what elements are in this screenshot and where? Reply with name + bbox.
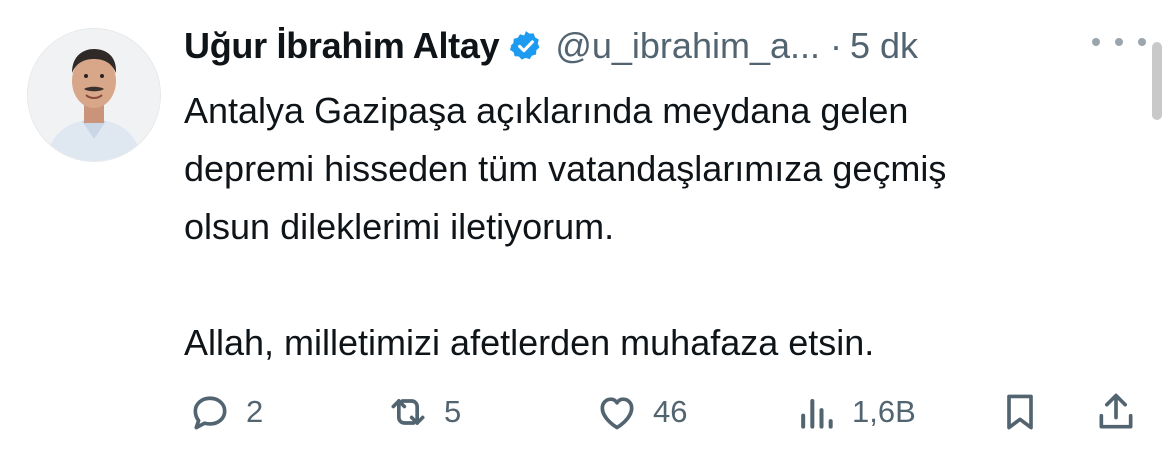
- tweet-header: Uğur İbrahim Altay @u_ibrahim_a... · 5 d…: [184, 18, 918, 74]
- retweet-count: 5: [444, 394, 462, 429]
- views-count: 1,6B: [852, 394, 916, 429]
- retweet-icon: [386, 390, 430, 434]
- author-name[interactable]: Uğur İbrahim Altay: [184, 25, 500, 67]
- tweet-text: Antalya Gazipaşa açıklarında meydana gel…: [184, 82, 1144, 372]
- tweet-text-line: depremi hisseden tüm vatandaşlarımıza ge…: [184, 148, 947, 189]
- scrollbar[interactable]: [1152, 42, 1162, 120]
- reply-button[interactable]: 2: [188, 382, 263, 442]
- more-dot: [1092, 38, 1100, 46]
- tweet-actions: 2 5 46 1,6B: [0, 382, 1170, 442]
- more-dot: [1138, 38, 1146, 46]
- more-dot: [1115, 38, 1123, 46]
- like-count: 46: [653, 394, 688, 429]
- bookmark-button[interactable]: [998, 382, 1042, 442]
- retweet-button[interactable]: 5: [386, 382, 461, 442]
- tweet-card[interactable]: Uğur İbrahim Altay @u_ibrahim_a... · 5 d…: [0, 0, 1170, 459]
- tweet-text-line: Allah, milletimizi afetlerden muhafaza e…: [184, 322, 875, 363]
- header-separator: ·: [830, 25, 843, 66]
- verified-badge-icon: [509, 29, 543, 63]
- avatar[interactable]: [27, 28, 161, 162]
- bookmark-icon: [998, 390, 1042, 434]
- reply-icon: [188, 390, 232, 434]
- reply-count: 2: [246, 394, 264, 429]
- like-button[interactable]: 46: [595, 382, 687, 442]
- tweet-text-line: Antalya Gazipaşa açıklarında meydana gel…: [184, 90, 909, 131]
- tweet-timestamp[interactable]: 5 dk: [850, 25, 918, 67]
- tweet-text-line: olsun dileklerimi iletiyorum.: [184, 206, 615, 247]
- views-chart-icon: [794, 390, 838, 434]
- more-icon[interactable]: [1092, 30, 1146, 54]
- heart-icon: [595, 390, 639, 434]
- avatar-image: [28, 29, 160, 161]
- share-icon: [1094, 390, 1138, 434]
- author-handle[interactable]: @u_ibrahim_a...: [555, 25, 820, 67]
- views-button[interactable]: 1,6B: [794, 382, 916, 442]
- share-button[interactable]: [1094, 382, 1138, 442]
